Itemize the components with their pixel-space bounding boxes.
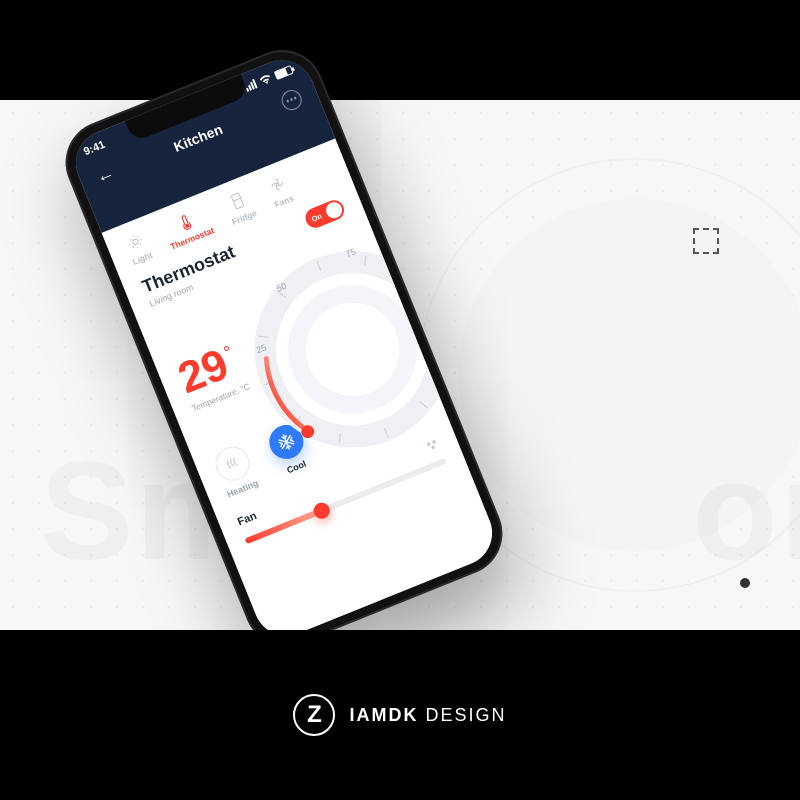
mode-heating[interactable]: Heating	[210, 442, 260, 500]
brand-name: IAMDK DESIGN	[349, 705, 506, 726]
dot-decor	[740, 578, 750, 588]
tab-thermostat[interactable]: Thermostat	[161, 205, 216, 252]
page-title: Kitchen	[171, 120, 225, 154]
tab-fans[interactable]: Fans	[265, 173, 295, 210]
fridge-icon	[226, 189, 249, 212]
thermostat-icon	[174, 210, 197, 233]
fan-icon	[423, 435, 441, 453]
mode-label: Heating	[226, 478, 260, 500]
fan-label: Fan	[236, 510, 259, 528]
brand-logo: Z	[293, 694, 335, 736]
fan-icon	[266, 173, 289, 196]
tab-fridge[interactable]: Fridge	[222, 187, 258, 226]
light-icon	[124, 230, 147, 253]
brand-footer: Z IAMDK DESIGN	[0, 630, 800, 800]
selection-marquee-icon	[693, 228, 719, 254]
more-button[interactable]	[278, 87, 304, 113]
tab-label: Fans	[273, 193, 295, 210]
tab-light[interactable]: Light	[123, 230, 154, 267]
toggle-label: On	[310, 211, 323, 223]
tab-label: Light	[131, 250, 154, 267]
slider-knob[interactable]	[311, 500, 332, 521]
tab-label: Thermostat	[169, 225, 216, 252]
back-button[interactable]: ←	[93, 162, 118, 188]
